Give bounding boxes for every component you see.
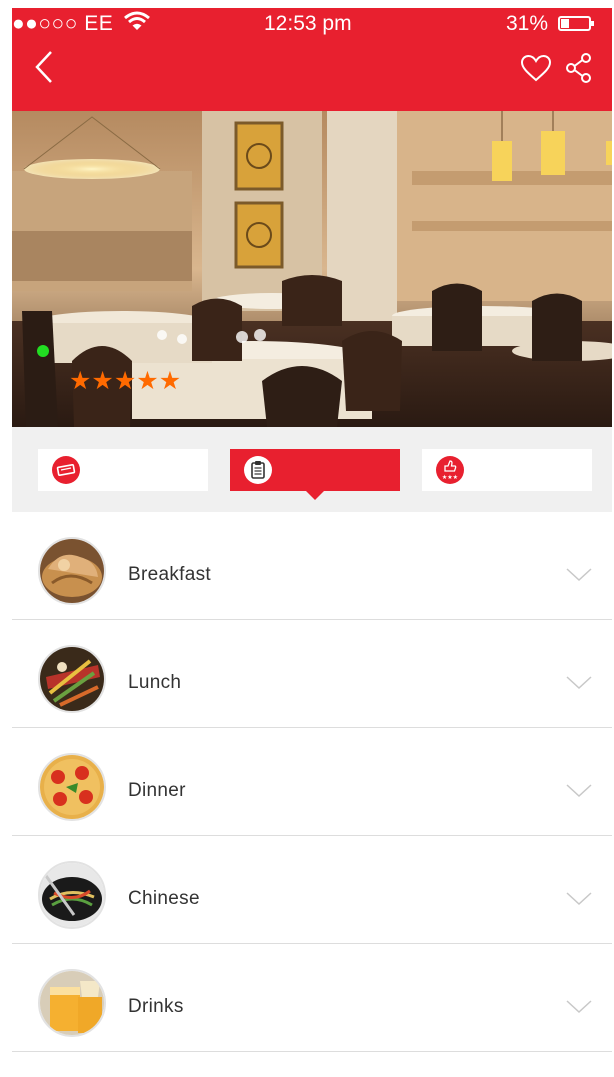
tab-reviews[interactable]: ★★★	[422, 449, 592, 491]
list-item-label: Lunch	[128, 672, 182, 693]
drinks-thumbnail	[38, 969, 106, 1037]
back-chevron-icon[interactable]	[34, 50, 54, 89]
chevron-down-icon[interactable]	[566, 568, 592, 587]
app-header: ●●○○○ EE 12:53 pm 31%	[12, 8, 612, 111]
favorite-heart-icon[interactable]	[520, 54, 552, 87]
svg-text:★★★: ★★★	[442, 474, 458, 481]
star-icon: ★	[158, 367, 182, 395]
detail-tabs: ★★★	[12, 427, 612, 512]
list-item-label: Dinner	[128, 780, 186, 801]
battery-percent: 31%	[506, 12, 549, 35]
menu-category-list: Breakfast Lunch Dinner Chinese Drinks	[12, 512, 612, 1052]
list-item[interactable]: Drinks	[12, 944, 612, 1052]
chevron-down-icon[interactable]	[566, 676, 592, 695]
wifi-icon	[124, 10, 150, 38]
breakfast-thumbnail	[38, 537, 106, 605]
online-status-dot	[37, 345, 49, 357]
ticket-icon	[52, 456, 80, 484]
star-icon: ★	[91, 367, 114, 395]
rating-stars: ★ ★ ★ ★ ★	[69, 367, 181, 395]
restaurant-photo: ★ ★ ★ ★ ★	[12, 111, 612, 427]
dinner-thumbnail	[38, 753, 106, 821]
list-item-label: Breakfast	[128, 564, 211, 585]
status-time: 12:53 pm	[264, 12, 352, 35]
tab-menu[interactable]	[230, 449, 400, 500]
thumbs-up-rating-icon: ★★★	[436, 456, 464, 484]
star-icon: ★	[113, 367, 137, 395]
list-item[interactable]: Breakfast	[12, 512, 612, 620]
list-item[interactable]: Lunch	[12, 620, 612, 728]
chevron-down-icon[interactable]	[566, 1000, 592, 1019]
tab-offers[interactable]	[38, 449, 208, 491]
chevron-down-icon[interactable]	[566, 892, 592, 911]
battery-icon	[558, 16, 594, 31]
list-item-label: Chinese	[128, 888, 200, 909]
list-item[interactable]: Dinner	[12, 728, 612, 836]
chevron-down-icon[interactable]	[566, 784, 592, 803]
chinese-thumbnail	[38, 861, 106, 929]
carrier-signal: ●●○○○ EE	[12, 12, 114, 35]
star-icon: ★	[69, 367, 92, 395]
lunch-thumbnail	[38, 645, 106, 713]
clipboard-icon	[244, 456, 272, 484]
star-icon: ★	[136, 367, 159, 395]
list-item-label: Drinks	[128, 996, 184, 1017]
list-item[interactable]: Chinese	[12, 836, 612, 944]
status-bar: ●●○○○ EE 12:53 pm 31%	[12, 8, 612, 40]
share-icon[interactable]	[565, 53, 593, 88]
